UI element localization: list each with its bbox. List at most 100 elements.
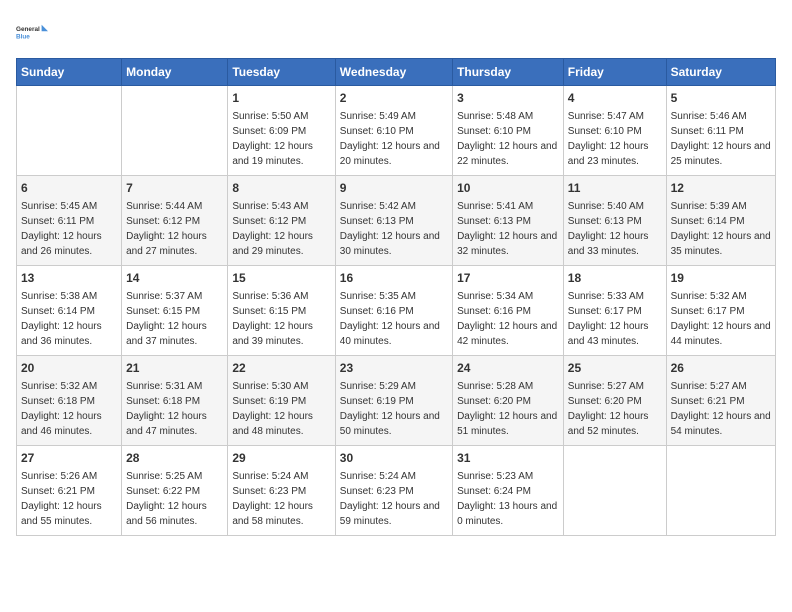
calendar-cell: 10 Sunrise: 5:41 AM Sunset: 6:13 PM Dayli… — [453, 176, 564, 266]
day-number: 24 — [457, 360, 559, 377]
weekday-header: Wednesday — [335, 59, 452, 86]
calendar-cell — [666, 446, 775, 536]
calendar-cell: 12Sunrise: 5:39 AM Sunset: 6:14 PM Dayli… — [666, 176, 775, 266]
svg-text:Blue: Blue — [16, 33, 30, 40]
day-info: Sunrise: 5:50 AM Sunset: 6:09 PM Dayligh… — [232, 111, 313, 167]
calendar-cell: 22 Sunrise: 5:30 AM Sunset: 6:19 PM Dayli… — [228, 356, 335, 446]
day-number: 11 — [568, 180, 662, 197]
day-info: Sunrise: 5:47 AM Sunset: 6:10 PM Dayligh… — [568, 111, 649, 167]
day-number: 3 — [457, 90, 559, 107]
page-header: GeneralBlue — [16, 16, 776, 48]
calendar-cell: 15Sunrise: 5:36 AM Sunset: 6:15 PM Dayli… — [228, 266, 335, 356]
day-info: Sunrise: 5:28 AM Sunset: 6:20 PM Dayligh… — [457, 381, 557, 437]
calendar-cell: 13 Sunrise: 5:38 AM Sunset: 6:14 PM Dayli… — [17, 266, 122, 356]
day-info: Sunrise: 5:23 AM Sunset: 6:24 PM Dayligh… — [457, 471, 557, 527]
weekday-header: Saturday — [666, 59, 775, 86]
day-number: 12 — [671, 180, 771, 197]
calendar-cell: 27 Sunrise: 5:26 AM Sunset: 6:21 PM Dayli… — [17, 446, 122, 536]
calendar-cell: 18 Sunrise: 5:33 AM Sunset: 6:17 PM Dayli… — [563, 266, 666, 356]
day-info: Sunrise: 5:26 AM Sunset: 6:21 PM Dayligh… — [21, 471, 102, 527]
weekday-header: Monday — [122, 59, 228, 86]
day-info: Sunrise: 5:27 AM Sunset: 6:21 PM Dayligh… — [671, 381, 771, 437]
day-info: Sunrise: 5:37 AM Sunset: 6:15 PM Dayligh… — [126, 291, 207, 347]
day-info: Sunrise: 5:41 AM Sunset: 6:13 PM Dayligh… — [457, 201, 557, 257]
day-number: 2 — [340, 90, 448, 107]
calendar-cell: 2 Sunrise: 5:49 AM Sunset: 6:10 PM Daylig… — [335, 86, 452, 176]
day-number: 9 — [340, 180, 448, 197]
day-number: 13 — [21, 270, 117, 287]
day-number: 1 — [232, 90, 330, 107]
day-number: 22 — [232, 360, 330, 377]
calendar-cell: 29 Sunrise: 5:24 AM Sunset: 6:23 PM Dayli… — [228, 446, 335, 536]
logo-icon: GeneralBlue — [16, 16, 48, 48]
calendar-table: SundayMondayTuesdayWednesdayThursdayFrid… — [16, 58, 776, 536]
day-info: Sunrise: 5:32 AM Sunset: 6:18 PM Dayligh… — [21, 381, 102, 437]
calendar-cell — [17, 86, 122, 176]
day-info: Sunrise: 5:34 AM Sunset: 6:16 PM Dayligh… — [457, 291, 557, 347]
day-info: Sunrise: 5:48 AM Sunset: 6:10 PM Dayligh… — [457, 111, 557, 167]
day-number: 15 — [232, 270, 330, 287]
day-info: Sunrise: 5:24 AM Sunset: 6:23 PM Dayligh… — [232, 471, 313, 527]
day-info: Sunrise: 5:24 AM Sunset: 6:23 PM Dayligh… — [340, 471, 440, 527]
calendar-cell: 19 Sunrise: 5:32 AM Sunset: 6:17 PM Dayli… — [666, 266, 775, 356]
calendar-cell: 20 Sunrise: 5:32 AM Sunset: 6:18 PM Dayli… — [17, 356, 122, 446]
calendar-cell: 4 Sunrise: 5:47 AM Sunset: 6:10 PM Daylig… — [563, 86, 666, 176]
day-number: 8 — [232, 180, 330, 197]
day-info: Sunrise: 5:31 AM Sunset: 6:18 PM Dayligh… — [126, 381, 207, 437]
weekday-header: Sunday — [17, 59, 122, 86]
calendar-cell: 16Sunrise: 5:35 AM Sunset: 6:16 PM Dayli… — [335, 266, 452, 356]
weekday-header: Friday — [563, 59, 666, 86]
weekday-header: Tuesday — [228, 59, 335, 86]
calendar-cell — [122, 86, 228, 176]
day-number: 19 — [671, 270, 771, 287]
day-number: 6 — [21, 180, 117, 197]
day-info: Sunrise: 5:25 AM Sunset: 6:22 PM Dayligh… — [126, 471, 207, 527]
day-info: Sunrise: 5:29 AM Sunset: 6:19 PM Dayligh… — [340, 381, 440, 437]
day-number: 29 — [232, 450, 330, 467]
calendar-cell: 25Sunrise: 5:27 AM Sunset: 6:20 PM Dayli… — [563, 356, 666, 446]
day-info: Sunrise: 5:30 AM Sunset: 6:19 PM Dayligh… — [232, 381, 313, 437]
calendar-cell: 21 Sunrise: 5:31 AM Sunset: 6:18 PM Dayli… — [122, 356, 228, 446]
calendar-cell: 3 Sunrise: 5:48 AM Sunset: 6:10 PM Daylig… — [453, 86, 564, 176]
calendar-cell: 23 Sunrise: 5:29 AM Sunset: 6:19 PM Dayli… — [335, 356, 452, 446]
day-info: Sunrise: 5:38 AM Sunset: 6:14 PM Dayligh… — [21, 291, 102, 347]
calendar-cell — [563, 446, 666, 536]
day-number: 28 — [126, 450, 223, 467]
calendar-cell: 9Sunrise: 5:42 AM Sunset: 6:13 PM Daylig… — [335, 176, 452, 266]
calendar-cell: 17 Sunrise: 5:34 AM Sunset: 6:16 PM Dayli… — [453, 266, 564, 356]
day-number: 21 — [126, 360, 223, 377]
calendar-cell: 28 Sunrise: 5:25 AM Sunset: 6:22 PM Dayli… — [122, 446, 228, 536]
day-info: Sunrise: 5:46 AM Sunset: 6:11 PM Dayligh… — [671, 111, 771, 167]
calendar-week-row: 20 Sunrise: 5:32 AM Sunset: 6:18 PM Dayli… — [17, 356, 776, 446]
calendar-week-row: 13 Sunrise: 5:38 AM Sunset: 6:14 PM Dayli… — [17, 266, 776, 356]
day-number: 7 — [126, 180, 223, 197]
day-info: Sunrise: 5:49 AM Sunset: 6:10 PM Dayligh… — [340, 111, 440, 167]
calendar-cell: 7 Sunrise: 5:44 AM Sunset: 6:12 PM Daylig… — [122, 176, 228, 266]
day-info: Sunrise: 5:33 AM Sunset: 6:17 PM Dayligh… — [568, 291, 649, 347]
day-number: 14 — [126, 270, 223, 287]
day-info: Sunrise: 5:45 AM Sunset: 6:11 PM Dayligh… — [21, 201, 102, 257]
day-number: 17 — [457, 270, 559, 287]
calendar-cell: 8Sunrise: 5:43 AM Sunset: 6:12 PM Daylig… — [228, 176, 335, 266]
day-number: 10 — [457, 180, 559, 197]
weekday-header: Thursday — [453, 59, 564, 86]
day-number: 31 — [457, 450, 559, 467]
logo: GeneralBlue — [16, 16, 48, 48]
day-number: 27 — [21, 450, 117, 467]
day-number: 23 — [340, 360, 448, 377]
day-info: Sunrise: 5:32 AM Sunset: 6:17 PM Dayligh… — [671, 291, 771, 347]
day-number: 18 — [568, 270, 662, 287]
svg-text:General: General — [16, 26, 40, 33]
calendar-cell: 11 Sunrise: 5:40 AM Sunset: 6:13 PM Dayli… — [563, 176, 666, 266]
calendar-cell: 14 Sunrise: 5:37 AM Sunset: 6:15 PM Dayli… — [122, 266, 228, 356]
calendar-cell: 30Sunrise: 5:24 AM Sunset: 6:23 PM Dayli… — [335, 446, 452, 536]
weekday-header-row: SundayMondayTuesdayWednesdayThursdayFrid… — [17, 59, 776, 86]
calendar-week-row: 1 Sunrise: 5:50 AM Sunset: 6:09 PM Daylig… — [17, 86, 776, 176]
calendar-cell: 1 Sunrise: 5:50 AM Sunset: 6:09 PM Daylig… — [228, 86, 335, 176]
calendar-cell: 5Sunrise: 5:46 AM Sunset: 6:11 PM Daylig… — [666, 86, 775, 176]
day-number: 20 — [21, 360, 117, 377]
day-info: Sunrise: 5:44 AM Sunset: 6:12 PM Dayligh… — [126, 201, 207, 257]
day-number: 25 — [568, 360, 662, 377]
day-number: 4 — [568, 90, 662, 107]
day-info: Sunrise: 5:40 AM Sunset: 6:13 PM Dayligh… — [568, 201, 649, 257]
